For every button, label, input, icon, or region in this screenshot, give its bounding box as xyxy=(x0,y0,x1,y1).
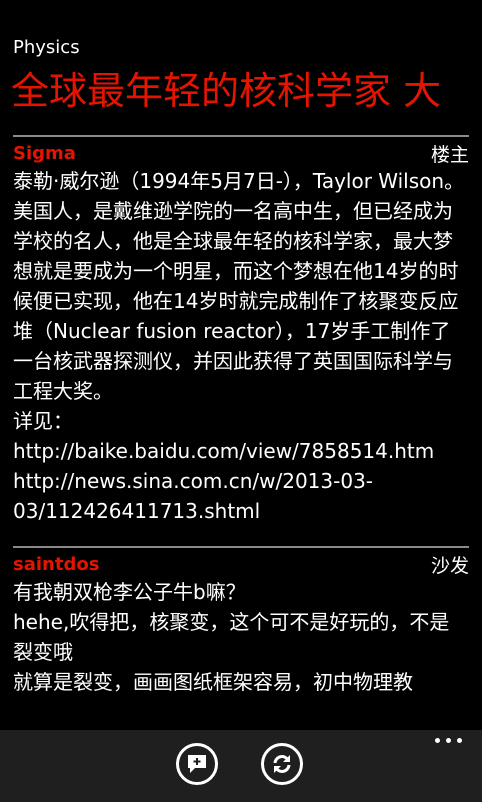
post-content: 泰勒·威尔逊（1994年5月7日-），Taylor Wilson。美国人，是戴维… xyxy=(13,166,469,526)
post-floor: 沙发 xyxy=(430,554,469,577)
more-icon xyxy=(457,738,462,743)
post-list[interactable]: Sigma 楼主 泰勒·威尔逊（1994年5月7日-），Taylor Wilso… xyxy=(13,135,469,730)
app-bar xyxy=(0,730,482,802)
post-text: hehe,吹得把，核聚变，这个可不是好玩的，不是裂变哦 xyxy=(13,610,450,664)
post-link[interactable]: http://news.sina.com.cn/w/2013-03-03/112… xyxy=(13,466,469,526)
post-header: saintdos 沙发 xyxy=(13,551,469,577)
post-header: Sigma 楼主 xyxy=(13,140,469,166)
post-item[interactable]: saintdos 沙发 有我朝双枪李公子牛b嘛？ hehe,吹得把，核聚变，这个… xyxy=(13,546,469,697)
thread-page: Physics 全球最年轻的核科学家 大 Sigma 楼主 泰勒·威尔逊（199… xyxy=(0,0,482,802)
post-text: 泰勒·威尔逊（1994年5月7日-），Taylor Wilson。美国人，是戴维… xyxy=(13,169,465,403)
post-item[interactable]: Sigma 楼主 泰勒·威尔逊（1994年5月7日-），Taylor Wilso… xyxy=(13,135,469,526)
post-content: 有我朝双枪李公子牛b嘛？ hehe,吹得把，核聚变，这个可不是好玩的，不是裂变哦… xyxy=(13,577,469,697)
reply-button[interactable] xyxy=(176,743,218,785)
refresh-button[interactable] xyxy=(261,743,303,785)
post-author[interactable]: saintdos xyxy=(13,554,99,575)
thread-title: 全球最年轻的核科学家 大 xyxy=(11,69,442,113)
more-icon xyxy=(435,738,440,743)
post-text: 就算是裂变，画画图纸框架容易，初中物理教 xyxy=(13,670,413,694)
post-text: 有我朝双枪李公子牛b嘛？ xyxy=(13,580,246,604)
post-author[interactable]: Sigma xyxy=(13,143,76,164)
reply-icon xyxy=(188,755,206,773)
app-title: Physics xyxy=(13,37,80,58)
post-link[interactable]: 详见：http://baike.baidu.com/view/7858514.h… xyxy=(13,406,469,466)
refresh-icon xyxy=(273,755,291,773)
post-floor: 楼主 xyxy=(430,143,469,166)
more-icon xyxy=(446,738,451,743)
more-button[interactable] xyxy=(435,738,462,743)
